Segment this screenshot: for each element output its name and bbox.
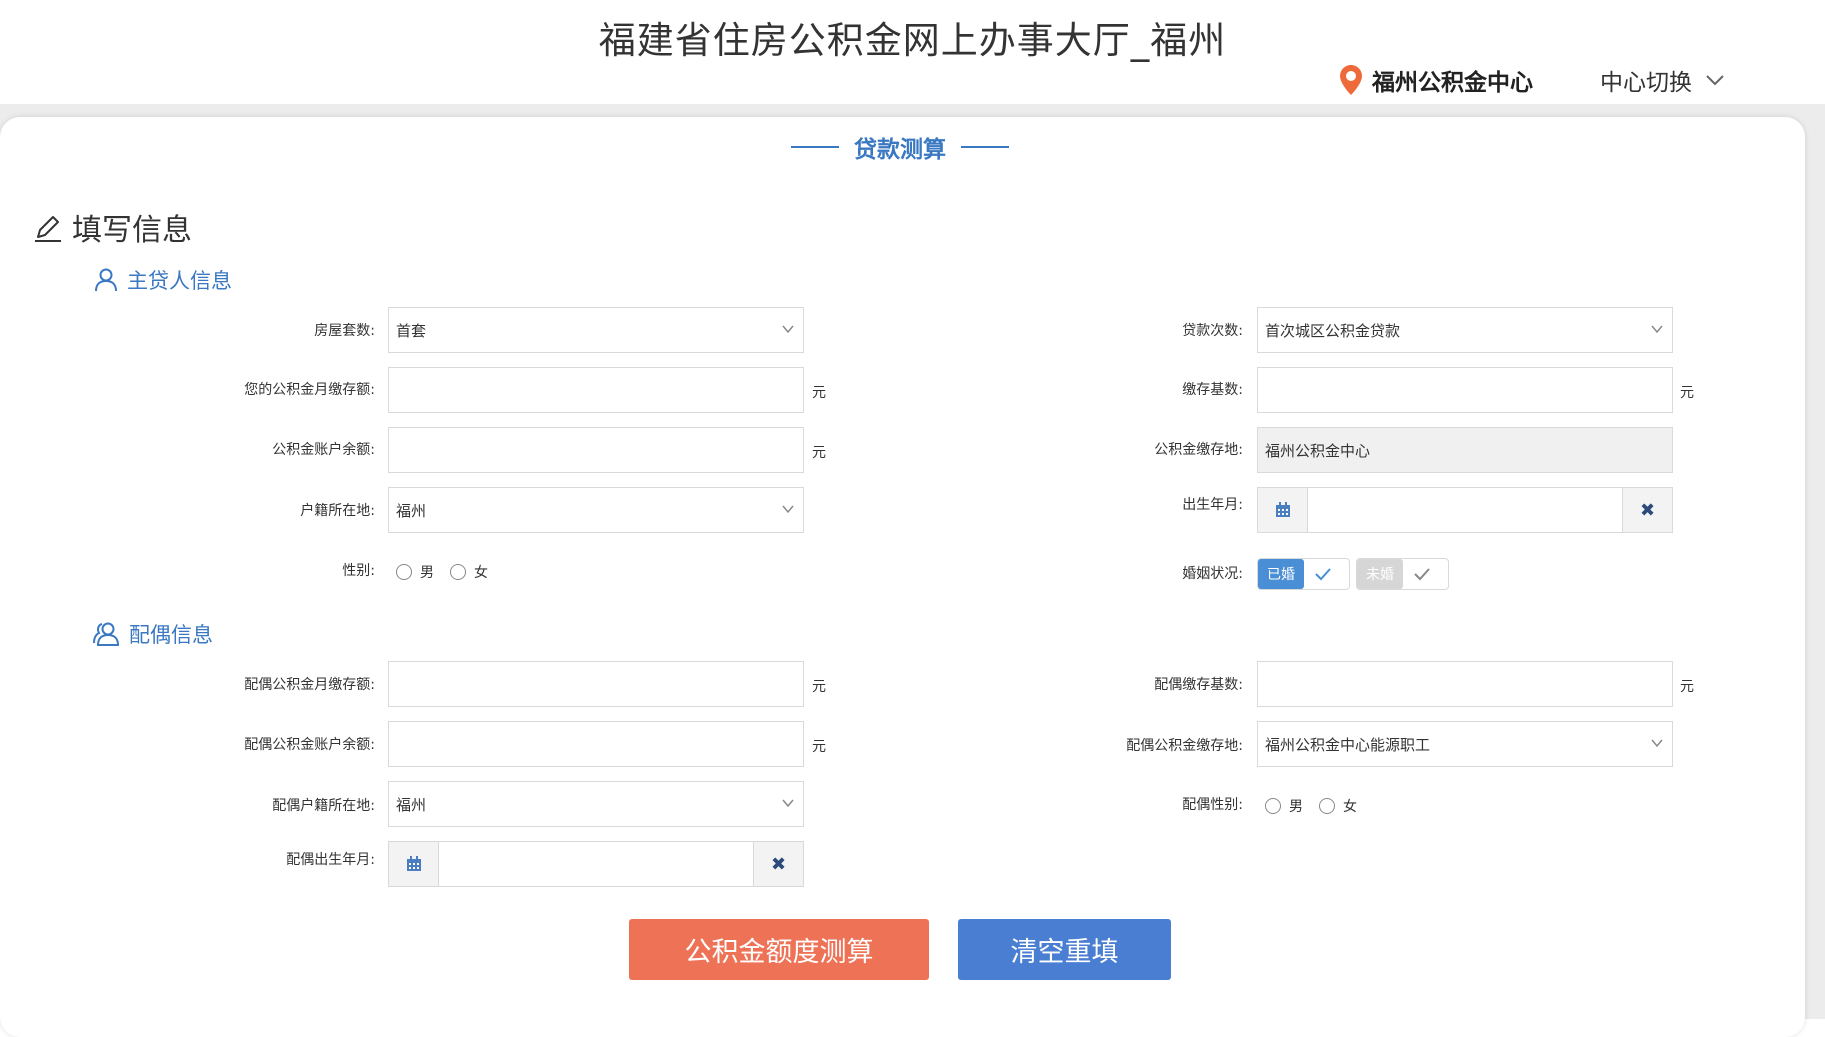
- site-header: 福建省住房公积金网上办事大厅_福州 福州公积金中心 中心切换: [0, 0, 1825, 104]
- spouse-hukou-value: 福州: [396, 795, 427, 814]
- site-title: 福建省住房公积金网上办事大厅_福州: [598, 19, 1227, 62]
- center-switch-dropdown[interactable]: 中心切换: [1600, 62, 1726, 98]
- spouse-gender-label: 配偶性别:: [1182, 797, 1243, 813]
- spouse-gender-female-label: 女: [1343, 799, 1357, 815]
- account-balance-unit: 元: [812, 445, 826, 461]
- deposit-place-field: 福州公积金中心: [1257, 427, 1673, 473]
- spouse-monthly-deposit-label: 配偶公积金月缴存额:: [244, 677, 375, 693]
- spouse-gender-male-radio[interactable]: [1265, 798, 1281, 814]
- user-icon: [95, 268, 117, 292]
- gender-male-label: 男: [420, 565, 434, 581]
- chevron-down-icon: [782, 799, 794, 808]
- center-switch-label: 中心切换: [1600, 70, 1692, 96]
- spouse-monthly-deposit-input[interactable]: [388, 661, 804, 707]
- spouse-hukou-label: 配偶户籍所在地:: [272, 798, 375, 814]
- spouse-gender-female-radio[interactable]: [1319, 798, 1335, 814]
- monthly-deposit-label: 您的公积金月缴存额:: [244, 382, 375, 398]
- deposit-base-input[interactable]: [1257, 367, 1673, 413]
- gender-female-label: 女: [474, 565, 488, 581]
- loan-times-select[interactable]: 首次城区公积金贷款: [1257, 307, 1673, 353]
- card-heading: 贷款测算: [0, 130, 1800, 164]
- deposit-base-label: 缴存基数:: [1182, 382, 1243, 398]
- spouse-account-balance-input[interactable]: [388, 721, 804, 767]
- marital-unmarried-option[interactable]: 未婚: [1356, 558, 1449, 590]
- chevron-down-icon: [1651, 325, 1663, 334]
- gender-label: 性别:: [342, 563, 375, 579]
- close-icon: ✖: [1639, 499, 1656, 521]
- spouse-deposit-place-select[interactable]: 福州公积金中心能源职工: [1257, 721, 1673, 767]
- spouse-hukou-select[interactable]: 福州: [388, 781, 804, 827]
- house-count-select[interactable]: 首套: [388, 307, 804, 353]
- spouse-monthly-deposit-unit: 元: [812, 679, 826, 695]
- marital-married-option[interactable]: 已婚: [1257, 558, 1350, 590]
- reset-button[interactable]: 清空重填: [958, 919, 1171, 980]
- deposit-base-unit: 元: [1680, 385, 1694, 401]
- monthly-deposit-unit: 元: [812, 385, 826, 401]
- loan-calc-card: [0, 117, 1805, 1037]
- check-icon: [1403, 559, 1441, 589]
- spouse-gender-male-label: 男: [1289, 799, 1303, 815]
- card-heading-text: 贷款测算: [854, 137, 946, 163]
- borrower-section-title: 主贷人信息: [93, 265, 232, 295]
- deposit-place-value: 福州公积金中心: [1265, 441, 1371, 460]
- deposit-place-label: 公积金缴存地:: [1154, 442, 1243, 458]
- chevron-down-icon: [1706, 75, 1724, 86]
- gender-radio-group: 男 女: [396, 562, 504, 582]
- center-name: 福州公积金中心: [1372, 70, 1533, 96]
- fill-info-label: 填写信息: [72, 213, 192, 248]
- calendar-button[interactable]: [389, 842, 439, 886]
- house-count-value: 首套: [396, 321, 427, 340]
- birth-date-input[interactable]: [1308, 488, 1622, 532]
- spouse-deposit-base-label: 配偶缴存基数:: [1154, 677, 1243, 693]
- loan-times-label: 贷款次数:: [1182, 323, 1243, 339]
- birth-date-picker: ✖: [1257, 487, 1673, 533]
- current-center: 福州公积金中心: [1338, 62, 1533, 98]
- spouse-birth-label: 配偶出生年月:: [286, 852, 375, 868]
- spouse-account-balance-unit: 元: [812, 739, 826, 755]
- edit-pencil-icon: [35, 216, 61, 242]
- chevron-down-icon: [1651, 739, 1663, 748]
- gender-female-radio[interactable]: [450, 564, 466, 580]
- monthly-deposit-input[interactable]: [388, 367, 804, 413]
- calendar-icon: [406, 856, 421, 871]
- spouse-deposit-base-input[interactable]: [1257, 661, 1673, 707]
- married-tag: 已婚: [1258, 559, 1304, 589]
- chevron-down-icon: [782, 505, 794, 514]
- calendar-button[interactable]: [1258, 488, 1308, 532]
- spouse-gender-radio-group: 男 女: [1265, 796, 1373, 816]
- hukou-value: 福州: [396, 501, 427, 520]
- check-icon: [1304, 559, 1342, 589]
- birth-label: 出生年月:: [1182, 497, 1243, 513]
- calendar-icon: [1275, 502, 1290, 517]
- location-pin-icon: [1340, 65, 1362, 95]
- users-icon: [93, 622, 120, 646]
- heading-line-left: [790, 146, 839, 148]
- account-balance-input[interactable]: [388, 427, 804, 473]
- borrower-section-label: 主贷人信息: [127, 269, 232, 293]
- spouse-account-balance-label: 配偶公积金账户余额:: [244, 737, 375, 753]
- fill-info-title: 填写信息: [32, 205, 192, 249]
- heading-line-right: [961, 146, 1010, 148]
- clear-date-button[interactable]: ✖: [1622, 488, 1672, 532]
- house-count-label: 房屋套数:: [314, 323, 375, 339]
- spouse-deposit-base-unit: 元: [1680, 679, 1694, 695]
- spouse-section-label: 配偶信息: [129, 623, 213, 647]
- hukou-label: 户籍所在地:: [300, 503, 375, 519]
- spouse-section-title: 配偶信息: [93, 619, 213, 649]
- unmarried-tag: 未婚: [1357, 559, 1403, 589]
- spouse-birth-date-picker: ✖: [388, 841, 804, 887]
- marital-label: 婚姻状况:: [1182, 566, 1243, 582]
- gender-male-radio[interactable]: [396, 564, 412, 580]
- close-icon: ✖: [770, 853, 787, 875]
- spouse-birth-date-input[interactable]: [439, 842, 753, 886]
- calculate-button[interactable]: 公积金额度测算: [629, 919, 929, 980]
- chevron-down-icon: [782, 325, 794, 334]
- account-balance-label: 公积金账户余额:: [272, 442, 375, 458]
- spouse-deposit-place-value: 福州公积金中心能源职工: [1265, 735, 1431, 754]
- hukou-select[interactable]: 福州: [388, 487, 804, 533]
- loan-times-value: 首次城区公积金贷款: [1265, 321, 1401, 340]
- clear-date-button[interactable]: ✖: [753, 842, 803, 886]
- spouse-deposit-place-label: 配偶公积金缴存地:: [1126, 738, 1243, 754]
